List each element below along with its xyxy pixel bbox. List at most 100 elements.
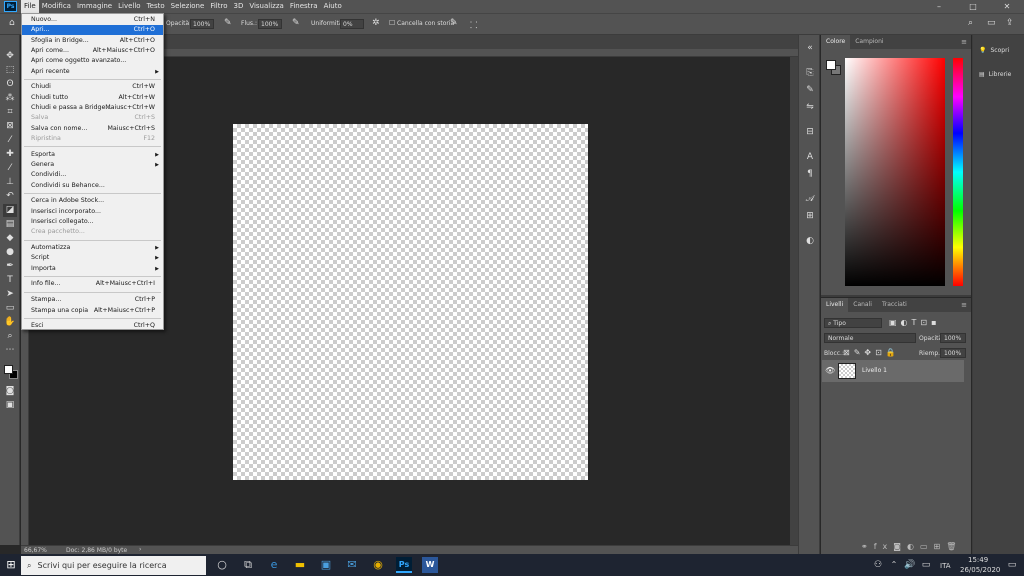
pen-tool-icon[interactable]: ✒ (3, 260, 17, 273)
layer-opacity-input[interactable]: 100% (940, 333, 966, 343)
file-menu-item[interactable]: Info file... Alt+Maiusc+Ctrl+I (22, 279, 163, 289)
erase-history-checkbox[interactable]: ☐ (389, 19, 395, 27)
blend-mode-select[interactable]: Normale (824, 333, 916, 343)
smoothing-input[interactable]: 0% (340, 19, 364, 29)
layer-thumbnail[interactable] (838, 363, 856, 379)
menu-testo[interactable]: Testo (144, 0, 168, 13)
adjustments-icon[interactable]: ⇋ (804, 102, 816, 114)
taskbar-search[interactable]: ⌕ Scrivi qui per eseguire la ricerca (21, 556, 206, 575)
screen-mode-icon[interactable]: ▣ (3, 399, 17, 412)
opacity-input[interactable]: 100% (190, 19, 214, 29)
file-menu-item[interactable]: Genera ▶ (22, 160, 163, 170)
zoom-tool-icon[interactable]: ⌕ (3, 330, 17, 343)
properties-icon[interactable]: ⊟ (804, 127, 816, 139)
close-button[interactable]: ✕ (990, 0, 1024, 13)
file-menu-item[interactable]: Inserisci collegato... (22, 217, 163, 227)
file-menu-item[interactable]: Importa ▶ (22, 264, 163, 274)
foreground-color-swatch[interactable] (4, 365, 13, 374)
eye-icon[interactable]: 👁 (825, 366, 835, 375)
collapse-icon[interactable]: « (804, 43, 816, 55)
cortana-icon[interactable]: ○ (214, 557, 230, 573)
menu-selezione[interactable]: Selezione (168, 0, 208, 13)
file-menu-item[interactable]: Automatizza ▶ (22, 243, 163, 253)
glyphs-icon[interactable]: 𝒜 (804, 194, 816, 206)
filter-icons[interactable]: ▣◐T⊡▪ (889, 318, 941, 327)
language-indicator[interactable]: ITA (940, 562, 951, 570)
file-menu-item[interactable]: Stampa una copia Alt+Maiusc+Ctrl+P (22, 306, 163, 316)
menu-filtro[interactable]: Filtro (207, 0, 230, 13)
layer-filter-select[interactable]: ⌕ Tipo (824, 318, 882, 328)
paths-icon[interactable]: ◐ (804, 236, 816, 248)
color-spectrum-field[interactable] (845, 58, 945, 286)
minimize-button[interactable]: – (922, 0, 956, 13)
magic-wand-icon[interactable]: ⁂ (3, 92, 17, 105)
lasso-tool-icon[interactable]: ʘ (3, 78, 17, 91)
pressure-size-icon[interactable]: ✎ (450, 18, 458, 28)
file-menu-item[interactable]: Chiudi tutto Alt+Ctrl+W (22, 93, 163, 103)
chrome-icon[interactable]: ◉ (370, 557, 386, 573)
quick-mask-icon[interactable]: ◙ (3, 385, 17, 398)
workspace-icon[interactable]: ▭ (987, 18, 996, 28)
volume-icon[interactable]: 🔊 (902, 557, 918, 573)
file-menu-item[interactable]: Apri recente ▶ (22, 67, 163, 77)
paragraph-panel-icon[interactable]: ¶ (804, 169, 816, 181)
zoom-level[interactable]: 66,67% (24, 547, 47, 554)
tray-chevron-icon[interactable]: ⌃ (886, 557, 902, 573)
character-panel-icon[interactable]: A (804, 152, 816, 164)
eyedropper-icon[interactable]: ⁄ (3, 134, 17, 147)
styles-icon[interactable]: ⊞ (804, 211, 816, 223)
more-tools-icon[interactable]: ⋯ (3, 344, 17, 357)
word-taskbar-icon[interactable]: W (422, 557, 438, 573)
mail-icon[interactable]: ✉ (344, 557, 360, 573)
hand-tool-icon[interactable]: ✋ (3, 316, 17, 329)
file-menu-item[interactable]: Esporta ▶ (22, 150, 163, 160)
file-menu-item[interactable]: Cerca in Adobe Stock... (22, 196, 163, 206)
gear-icon[interactable]: ✲ (372, 18, 380, 28)
move-tool-icon[interactable]: ✥ (3, 50, 17, 63)
flow-input[interactable]: 100% (258, 19, 282, 29)
tab-tracciati[interactable]: Tracciati (877, 298, 912, 312)
file-menu-item[interactable]: Salva con nome... Maiusc+Ctrl+S (22, 124, 163, 134)
file-menu-item[interactable]: Apri come oggetto avanzato... (22, 56, 163, 66)
panel-menu-icon[interactable]: ≡ (961, 38, 967, 46)
network-icon[interactable]: ▭ (918, 557, 934, 573)
rectangle-tool-icon[interactable]: ▭ (3, 302, 17, 315)
windows-start-icon[interactable]: ⊞ (3, 557, 19, 573)
edge-icon[interactable]: e (266, 557, 282, 573)
file-menu-item[interactable]: Condividi su Behance... (22, 181, 163, 191)
file-menu-item[interactable]: Apri... Ctrl+O (22, 25, 163, 36)
photoshop-taskbar-icon[interactable]: Ps (396, 557, 412, 573)
menu-modifica[interactable]: Modifica (39, 0, 74, 13)
history-brush-icon[interactable]: ↶ (3, 190, 17, 203)
status-arrow-icon[interactable]: › (139, 546, 141, 553)
share-icon[interactable]: ⇪ (1006, 18, 1014, 28)
menu-aiuto[interactable]: Aiuto (321, 0, 345, 13)
brush-tool-icon[interactable]: ⁄ (3, 162, 17, 175)
task-view-icon[interactable]: ⧉ (240, 557, 256, 573)
lock-icons[interactable]: ⊠✎✥⊡🔒 (843, 348, 900, 357)
people-icon[interactable]: ⚇ (870, 557, 886, 573)
tab-campioni[interactable]: Campioni (850, 35, 888, 49)
file-menu-item[interactable]: Sfoglia in Bridge... Alt+Ctrl+O (22, 36, 163, 46)
fill-input[interactable]: 100% (940, 348, 966, 358)
brush-settings-icon[interactable]: ✎ (804, 85, 816, 97)
dodge-tool-icon[interactable]: ● (3, 246, 17, 259)
clone-stamp-icon[interactable]: ⊥ (3, 176, 17, 189)
layers-footer-icons[interactable]: ⚭fx◙◐▭⊞🗑 (861, 542, 962, 551)
file-menu-item[interactable]: Chiudi Ctrl+W (22, 82, 163, 92)
libraries-panel-button[interactable]: ▤ Librerie (979, 71, 1011, 78)
file-menu-item[interactable]: Apri come... Alt+Maiusc+Ctrl+O (22, 46, 163, 56)
blur-tool-icon[interactable]: ◆ (3, 232, 17, 245)
tab-canali[interactable]: Canali (848, 298, 877, 312)
file-menu-item[interactable]: Stampa... Ctrl+P (22, 295, 163, 305)
menu-immagine[interactable]: Immagine (74, 0, 115, 13)
store-icon[interactable]: ▣ (318, 557, 334, 573)
clock-time[interactable]: 15:49 (968, 556, 988, 564)
search-icon[interactable]: ⌕ (968, 18, 973, 28)
file-explorer-icon[interactable]: ▬ (292, 557, 308, 573)
symmetry-icon[interactable]: ⸬ (470, 18, 477, 31)
pressure-opacity-icon[interactable]: ✎ (224, 18, 232, 28)
file-menu-item[interactable]: Inserisci incorporato... (22, 207, 163, 217)
clock-date[interactable]: 26/05/2020 (960, 566, 1000, 574)
history-panel-icon[interactable]: ⎘ (804, 68, 816, 80)
